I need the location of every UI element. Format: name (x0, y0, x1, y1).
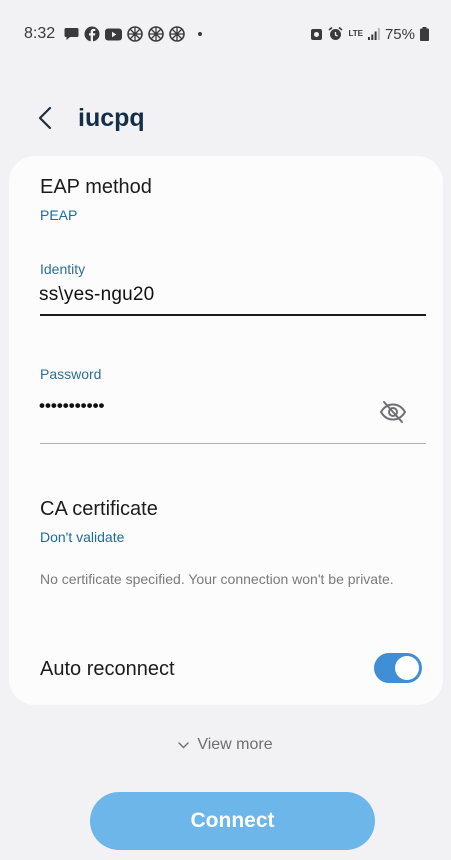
status-time: 8:32 (24, 25, 56, 42)
lte-label: LTE (348, 29, 363, 38)
eap-method-title: EAP method (40, 176, 152, 198)
eye-off-icon (379, 401, 407, 423)
battery-icon (420, 27, 429, 41)
view-more-button[interactable]: View more (0, 732, 451, 758)
app-icon (127, 26, 143, 42)
alarm-lock-icon (310, 27, 323, 41)
chevron-down-icon (178, 741, 190, 748)
password-field[interactable]: ••••••••••• (39, 396, 104, 416)
back-button[interactable] (38, 103, 60, 133)
battery-percentage: 75% (384, 25, 415, 43)
ca-certificate-value: Don't validate (40, 529, 125, 545)
auto-reconnect-toggle[interactable] (374, 653, 422, 683)
identity-label: Identity (40, 261, 86, 277)
page-header: iucpq (0, 96, 451, 140)
page-title: iucpq (78, 103, 145, 132)
chat-bubble-icon (64, 27, 79, 41)
dot-icon (198, 32, 203, 36)
identity-underline (40, 314, 426, 316)
status-bar: 8:32 LTE 75% (0, 0, 451, 68)
view-more-label: View more (197, 736, 273, 753)
connect-button[interactable]: Connect (90, 792, 375, 850)
toggle-knob (394, 655, 420, 681)
alarm-icon (328, 27, 343, 41)
password-label: Password (40, 366, 102, 382)
youtube-icon (105, 28, 123, 41)
status-bar-right: LTE 75% (310, 26, 429, 43)
lte-icon: LTE (348, 30, 363, 38)
password-underline (40, 443, 426, 444)
chevron-left-icon (38, 106, 52, 130)
eap-method-value: PEAP (40, 207, 78, 223)
certificate-warning-text: No certificate specified. Your connectio… (40, 571, 394, 587)
network-settings-card: EAP method PEAP Identity ss\yes-ngu20 Pa… (9, 156, 443, 705)
status-bar-left: 8:32 (24, 25, 203, 43)
identity-field[interactable]: ss\yes-ngu20 (39, 284, 154, 306)
ca-certificate-title: CA certificate (40, 498, 158, 520)
signal-icon (367, 28, 380, 40)
auto-reconnect-label: Auto reconnect (40, 658, 175, 680)
app-icon (148, 26, 164, 42)
facebook-icon (84, 26, 100, 42)
toggle-password-visibility-button[interactable] (379, 400, 409, 424)
app-icon (169, 26, 185, 42)
